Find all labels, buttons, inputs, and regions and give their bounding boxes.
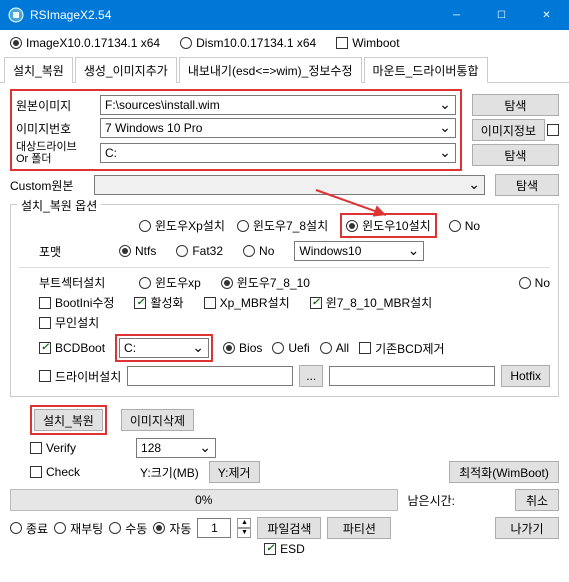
label-source-image: 원본이미지 <box>16 97 96 114</box>
tab-create-add[interactable]: 생성_이미지추가 <box>75 57 177 83</box>
label-image-index: 이미지번호 <box>16 120 96 137</box>
spin-count[interactable]: 1 <box>197 518 231 538</box>
radio-reboot[interactable]: 재부팅 <box>54 520 103 537</box>
combo-image-index[interactable]: 7 Windows 10 Pro <box>100 118 456 138</box>
partition-button[interactable]: 파티션 <box>327 517 391 539</box>
spin-down[interactable]: ▼ <box>237 528 251 538</box>
window-title: RSImageX2.54 <box>30 8 434 22</box>
label-time-left: 남은시간: <box>408 492 456 509</box>
input-driver-path[interactable] <box>127 366 293 386</box>
browse-target-button[interactable]: 탐색 <box>472 144 559 166</box>
combo-source-image[interactable]: F:\sources\install.wim <box>100 95 456 115</box>
radio-boot-7810[interactable]: 윈도우7_8_10 <box>221 274 310 291</box>
radio-uefi[interactable]: Uefi <box>272 341 309 355</box>
check-7810-mbr[interactable]: 윈7_8_10_MBR설치 <box>310 294 433 311</box>
check-wimboot[interactable]: Wimboot <box>336 36 399 50</box>
radio-boot-no[interactable]: No <box>519 276 550 290</box>
minimize-button[interactable]: ─ <box>434 0 479 30</box>
check-verify[interactable]: Verify <box>30 441 76 455</box>
browse-custom-button[interactable]: 탐색 <box>495 174 559 196</box>
tab-install-restore[interactable]: 설치_복원 <box>4 57 73 83</box>
input-hotfix-path[interactable] <box>329 366 495 386</box>
browse-driver-button[interactable]: ... <box>299 365 323 387</box>
exit-button[interactable]: 나가기 <box>495 517 559 539</box>
check-bootini[interactable]: BootIni수정 <box>39 294 114 311</box>
label-custom-source: Custom원본 <box>10 177 90 194</box>
hotfix-button[interactable]: Hotfix <box>501 365 550 387</box>
label-target-drive: 대상드라이브 Or 폴더 <box>16 141 96 165</box>
combo-bcdboot-drive[interactable]: C: <box>119 338 209 358</box>
titlebar: RSImageX2.54 ─ ☐ ✕ <box>0 0 569 30</box>
radio-bios[interactable]: Bios <box>223 341 262 355</box>
check-image-info[interactable] <box>547 124 559 136</box>
check-driver-install[interactable]: 드라이버설치 <box>39 368 121 385</box>
engine-row: ImageX10.0.17134.1 x64 Dism10.0.17134.1 … <box>0 30 569 56</box>
label-y-size: Y:크기(MB) <box>140 464 199 481</box>
label-bootsector: 부트섹터설치 <box>19 274 119 291</box>
progress-bar: 0% <box>10 489 398 511</box>
check-xp-mbr[interactable]: Xp_MBR설치 <box>204 294 290 311</box>
check-bcdboot[interactable]: BCDBoot <box>39 341 105 355</box>
y-remove-button[interactable]: Y:제거 <box>209 461 260 483</box>
tab-export-edit[interactable]: 내보내기(esd<=>wim)_정보수정 <box>179 57 362 83</box>
options-fieldset: 설치_복원 옵션 윈도우Xp설치 윈도우7_8설치 윈도우10설치 No 포맷 … <box>10 204 559 397</box>
app-icon <box>8 7 24 23</box>
check-check[interactable]: Check <box>30 465 80 479</box>
optimize-wimboot-button[interactable]: 최적화(WimBoot) <box>449 461 559 483</box>
label-format: 포맷 <box>19 243 99 260</box>
combo-target-drive[interactable]: C: <box>100 143 456 163</box>
radio-ntfs[interactable]: Ntfs <box>119 244 156 258</box>
radio-win78-install[interactable]: 윈도우7_8설치 <box>237 217 328 234</box>
radio-boot-xp[interactable]: 윈도우xp <box>139 274 201 291</box>
check-unattended[interactable]: 무인설치 <box>39 314 99 331</box>
file-search-button[interactable]: 파일검색 <box>257 517 321 539</box>
radio-exit[interactable]: 종료 <box>10 520 48 537</box>
browse-source-button[interactable]: 탐색 <box>472 94 559 116</box>
combo-verify-size[interactable]: 128 <box>136 438 216 458</box>
radio-winxp-install[interactable]: 윈도우Xp설치 <box>139 217 225 234</box>
radio-dism[interactable]: Dism10.0.17134.1 x64 <box>180 36 316 50</box>
check-esd[interactable]: ESD <box>264 542 305 556</box>
tabs: 설치_복원 생성_이미지추가 내보내기(esd<=>wim)_정보수정 마운트_… <box>0 56 569 83</box>
cancel-button[interactable]: 취소 <box>515 489 559 511</box>
install-restore-button[interactable]: 설치_복원 <box>34 409 103 431</box>
image-info-button[interactable]: 이미지정보 <box>472 119 545 141</box>
combo-format[interactable]: Windows10 <box>294 241 424 261</box>
tab-mount-driver[interactable]: 마운트_드라이버통합 <box>364 57 488 83</box>
delete-image-button[interactable]: 이미지삭제 <box>121 409 194 431</box>
radio-fat32[interactable]: Fat32 <box>176 244 223 258</box>
options-legend: 설치_복원 옵션 <box>17 197 101 214</box>
check-remove-bcd[interactable]: 기존BCD제거 <box>359 340 445 357</box>
radio-fmt-no[interactable]: No <box>243 244 274 258</box>
radio-os-no[interactable]: No <box>449 219 480 233</box>
radio-auto[interactable]: 자동 <box>153 520 191 537</box>
radio-win10-install[interactable]: 윈도우10설치 <box>346 217 431 234</box>
check-activate[interactable]: 활성화 <box>134 294 183 311</box>
radio-all[interactable]: All <box>320 341 349 355</box>
close-button[interactable]: ✕ <box>524 0 569 30</box>
maximize-button[interactable]: ☐ <box>479 0 524 30</box>
radio-manual[interactable]: 수동 <box>109 520 147 537</box>
radio-imagex[interactable]: ImageX10.0.17134.1 x64 <box>10 36 160 50</box>
combo-custom-source[interactable] <box>94 175 485 195</box>
spin-up[interactable]: ▲ <box>237 518 251 528</box>
